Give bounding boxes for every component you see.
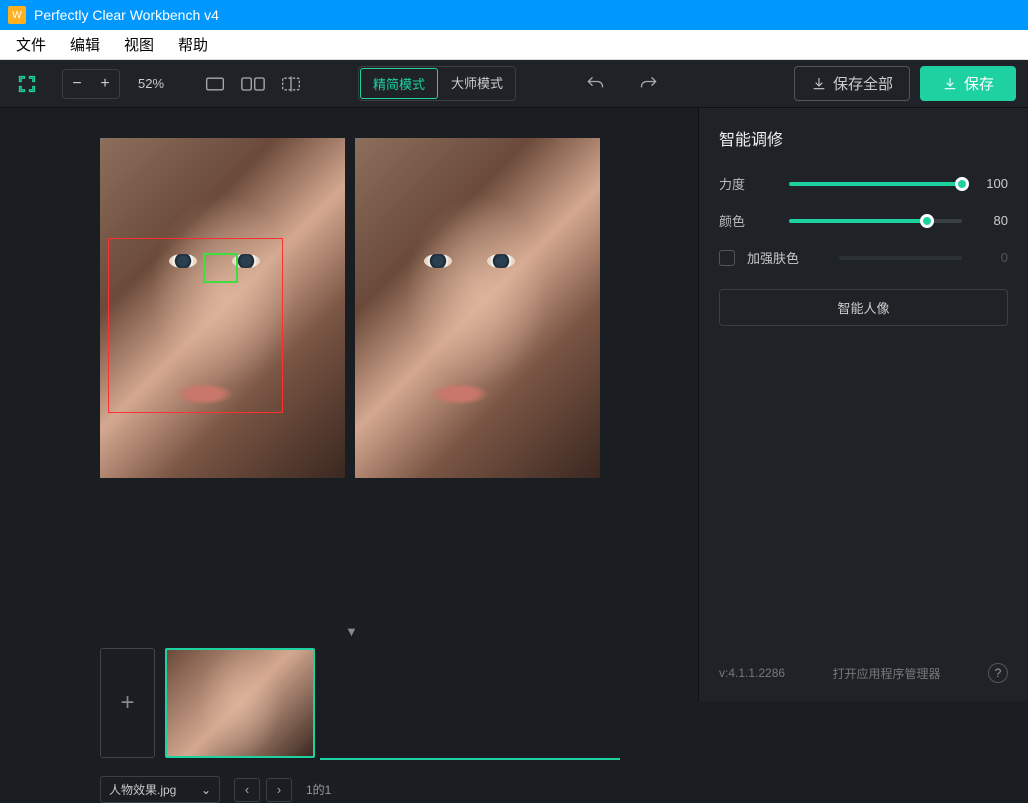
menubar: 文件 编辑 视图 帮助	[0, 30, 1028, 60]
split-view-icon[interactable]	[238, 69, 268, 99]
menu-edit[interactable]: 编辑	[58, 30, 112, 59]
menu-file[interactable]: 文件	[4, 30, 58, 59]
save-all-label: 保存全部	[833, 73, 893, 94]
color-slider-row: 颜色 80	[719, 211, 1008, 230]
next-image-button[interactable]: ›	[266, 778, 292, 802]
chevron-down-icon: ⌄	[201, 783, 211, 797]
download-icon	[811, 76, 827, 92]
prev-image-button[interactable]: ‹	[234, 778, 260, 802]
canvas-area: ▼ + 人物效果.jpg ⌄ ‹ › 1的1	[0, 108, 698, 701]
open-app-manager-link[interactable]: 打开应用程序管理器	[833, 665, 941, 682]
side-panel: 智能调修 力度 100 颜色 80 加强肤色 0 智能人像	[698, 108, 1028, 701]
save-all-button[interactable]: 保存全部	[794, 66, 910, 101]
undo-icon[interactable]	[580, 69, 610, 99]
enhance-skin-label: 加强肤色	[747, 248, 799, 267]
zoom-out-button[interactable]: −	[63, 70, 91, 98]
compare-view-icon[interactable]	[276, 69, 306, 99]
mode-simple-button[interactable]: 精简模式	[360, 68, 438, 99]
strength-value: 100	[976, 176, 1008, 191]
save-label: 保存	[964, 73, 994, 94]
strength-slider-row: 力度 100	[719, 174, 1008, 193]
enhance-skin-slider	[839, 256, 962, 260]
image-after[interactable]	[355, 138, 600, 478]
mode-toggle: 精简模式 大师模式	[358, 66, 516, 101]
color-label: 颜色	[719, 211, 789, 230]
zoom-level: 52%	[128, 76, 174, 91]
add-image-button[interactable]: +	[100, 648, 155, 758]
filmstrip-scrollbar[interactable]	[320, 758, 620, 760]
help-icon[interactable]: ?	[988, 663, 1008, 683]
collapse-filmstrip-icon[interactable]: ▼	[345, 624, 358, 639]
menu-help[interactable]: 帮助	[166, 30, 220, 59]
strength-slider[interactable]	[789, 182, 962, 186]
mode-master-button[interactable]: 大师模式	[439, 67, 515, 100]
color-slider-thumb[interactable]	[920, 214, 934, 228]
enhance-skin-row: 加强肤色 0	[719, 248, 1008, 267]
color-value: 80	[976, 213, 1008, 228]
file-name: 人物效果.jpg	[109, 781, 176, 798]
titlebar: W Perfectly Clear Workbench v4	[0, 0, 1028, 30]
eye-detection-box	[203, 253, 238, 283]
menu-view[interactable]: 视图	[112, 30, 166, 59]
redo-icon[interactable]	[634, 69, 664, 99]
ai-portrait-button[interactable]: 智能人像	[719, 289, 1008, 326]
color-slider[interactable]	[789, 219, 962, 223]
image-before[interactable]	[100, 138, 345, 478]
enhance-skin-value: 0	[976, 250, 1008, 265]
zoom-control: − +	[62, 69, 120, 99]
strength-slider-thumb[interactable]	[955, 177, 969, 191]
zoom-in-button[interactable]: +	[91, 70, 119, 98]
app-logo-icon: W	[8, 6, 26, 24]
thumbnail-selected[interactable]	[165, 648, 315, 758]
download-icon	[942, 76, 958, 92]
strength-label: 力度	[719, 174, 789, 193]
enhance-skin-checkbox[interactable]	[719, 250, 735, 266]
save-button[interactable]: 保存	[920, 66, 1016, 101]
window-title: Perfectly Clear Workbench v4	[34, 7, 219, 23]
crop-icon[interactable]	[12, 69, 42, 99]
file-selector[interactable]: 人物效果.jpg ⌄	[100, 776, 220, 803]
filmstrip: +	[100, 648, 315, 758]
version-label: v:4.1.1.2286	[719, 666, 785, 680]
face-detection-box	[108, 238, 283, 413]
panel-title: 智能调修	[719, 126, 1008, 150]
single-view-icon[interactable]	[200, 69, 230, 99]
toolbar: − + 52% 精简模式 大师模式 保存全部 保存	[0, 60, 1028, 108]
page-indicator: 1的1	[306, 781, 331, 798]
